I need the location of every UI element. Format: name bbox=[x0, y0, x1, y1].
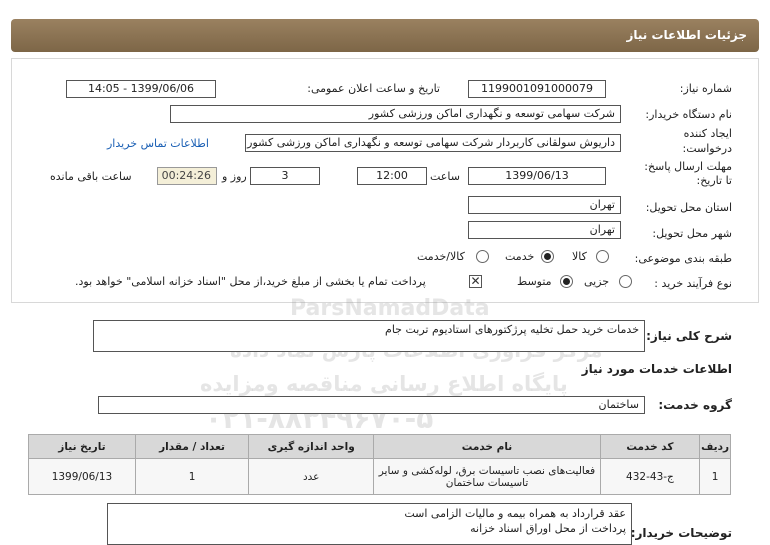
description-label: شرح کلی نیاز: bbox=[646, 329, 732, 343]
province-field[interactable]: تهران bbox=[468, 196, 621, 214]
category-goods-label: کالا bbox=[572, 250, 587, 263]
buyer-label: نام دستگاه خریدار: bbox=[645, 108, 732, 121]
process-minor-radio[interactable] bbox=[619, 275, 632, 288]
process-medium-label: متوسط bbox=[517, 275, 552, 288]
buyer-field[interactable]: شرکت سهامی توسعه و نگهداری اماکن ورزشی ک… bbox=[170, 105, 621, 123]
col-qty: تعداد / مقدار bbox=[134, 434, 250, 459]
process-minor-label: جزیی bbox=[584, 275, 610, 288]
page-header: جزئیات اطلاعات نیاز bbox=[11, 19, 759, 52]
days-field[interactable]: 3 bbox=[250, 167, 320, 185]
notes-label: توضیحات خریدار: bbox=[630, 526, 732, 540]
remaining-time-field: 00:24:26 bbox=[157, 167, 217, 185]
col-index: ردیف bbox=[699, 434, 731, 459]
announce-label: تاریخ و ساعت اعلان عمومی: bbox=[307, 82, 440, 95]
cell-qty: 1 bbox=[134, 458, 250, 495]
services-table: ردیف کد خدمت نام خدمت واحد اندازه گیری ت… bbox=[28, 434, 731, 495]
cell-index: 1 bbox=[699, 458, 731, 495]
notes-field[interactable]: عقد قرارداد به همراه بیمه و مالیات الزام… bbox=[107, 503, 632, 545]
col-name: نام خدمت bbox=[373, 434, 601, 459]
process-label: نوع فرآیند خرید : bbox=[654, 277, 732, 290]
announce-field[interactable]: 1399/06/06 - 14:05 bbox=[66, 80, 216, 98]
col-code: کد خدمت bbox=[599, 434, 701, 459]
time-label: ساعت bbox=[430, 170, 460, 183]
category-service-radio[interactable] bbox=[541, 250, 554, 263]
category-service-label: خدمت bbox=[505, 250, 535, 263]
treasury-checkbox[interactable]: ✕ bbox=[469, 275, 482, 288]
creator-field[interactable]: داریوش سولقانی کاربردار شرکت سهامی توسعه… bbox=[245, 134, 621, 152]
days-label: روز و bbox=[222, 170, 247, 183]
deadline-date-field[interactable]: 1399/06/13 bbox=[468, 167, 606, 185]
category-both-radio[interactable] bbox=[476, 250, 489, 263]
cell-name-line1: فعالیت‌های نصب تاسیسات برق، لوله‌کشی و س… bbox=[378, 464, 596, 477]
description-field[interactable]: خدمات خرید حمل تخلیه پرژکتورهای استادیوم… bbox=[93, 320, 645, 352]
services-section-title: اطلاعات خدمات مورد نیاز bbox=[581, 362, 732, 376]
creator-label-2: درخواست: bbox=[682, 142, 732, 155]
need-number-label: شماره نیاز: bbox=[679, 82, 732, 95]
service-group-field[interactable]: ساختمان bbox=[98, 396, 645, 414]
cell-code: ج-43-432 bbox=[599, 458, 701, 495]
process-medium-radio[interactable] bbox=[560, 275, 573, 288]
deadline-label-2: تا تاریخ: bbox=[696, 174, 732, 187]
col-date: تاریخ نیاز bbox=[28, 434, 136, 459]
payment-note: پرداخت تمام یا بخشی از مبلغ خرید،از محل … bbox=[75, 275, 426, 288]
cell-date: 1399/06/13 bbox=[28, 458, 136, 495]
category-label: طبقه بندی موضوعی: bbox=[634, 252, 732, 265]
need-number-field[interactable]: 1199001091000079 bbox=[468, 80, 606, 98]
category-goods-radio[interactable] bbox=[596, 250, 609, 263]
deadline-time-field[interactable]: 12:00 bbox=[357, 167, 427, 185]
cell-name-line2: تاسیسات ساختمان bbox=[445, 476, 529, 489]
cell-name: فعالیت‌های نصب تاسیسات برق، لوله‌کشی و س… bbox=[373, 458, 601, 495]
notes-line2: پرداخت از محل اوراق اسناد خزانه bbox=[470, 522, 626, 535]
table-header-row: ردیف کد خدمت نام خدمت واحد اندازه گیری ت… bbox=[28, 434, 731, 459]
city-label: شهر محل تحویل: bbox=[652, 227, 732, 240]
creator-label-1: ایجاد کننده bbox=[683, 127, 732, 140]
category-both-label: کالا/خدمت bbox=[417, 250, 465, 263]
service-group-label: گروه خدمت: bbox=[658, 398, 732, 412]
col-unit: واحد اندازه گیری bbox=[248, 434, 375, 459]
deadline-label-1: مهلت ارسال پاسخ: bbox=[644, 160, 732, 173]
cell-unit: عدد bbox=[248, 458, 375, 495]
province-label: استان محل تحویل: bbox=[645, 201, 732, 214]
notes-line1: عقد قرارداد به همراه بیمه و مالیات الزام… bbox=[404, 507, 626, 520]
table-row[interactable]: 1 ج-43-432 فعالیت‌های نصب تاسیسات برق، ل… bbox=[28, 458, 731, 495]
buyer-contact-link[interactable]: اطلاعات تماس خریدار bbox=[107, 137, 209, 150]
remaining-label: ساعت باقی مانده bbox=[50, 170, 132, 183]
page-title: جزئیات اطلاعات نیاز bbox=[626, 28, 747, 42]
city-field[interactable]: تهران bbox=[468, 221, 621, 239]
watermark-line2: پایگاه اطلاع رسانی مناقصه ومزایده bbox=[200, 372, 568, 396]
